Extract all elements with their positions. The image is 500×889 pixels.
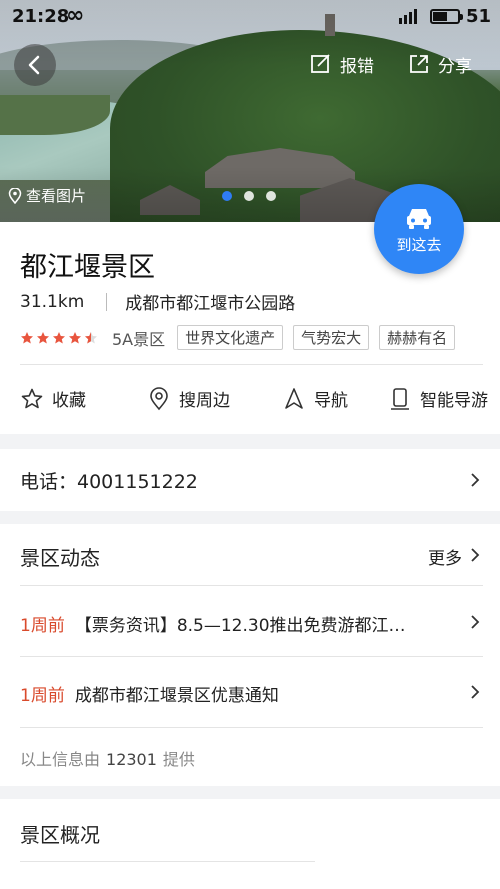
divider <box>20 585 483 586</box>
tag-famous: 赫赫有名 <box>379 325 456 350</box>
source-note: 以上信息由 12301 提供 <box>20 746 195 770</box>
audio-guide-button[interactable]: 智能导游 <box>388 386 488 411</box>
phone-number: 电话：4001151222 <box>20 471 198 493</box>
rating-tags-row: 5A景区 世界文化遗产 气势宏大 赫赫有名 <box>20 325 465 350</box>
news-text: 成都市都江堰景区优惠通知 <box>74 686 279 706</box>
status-bar: 21:28 ∞ 51 <box>0 0 500 34</box>
separator <box>106 292 108 311</box>
star-icon <box>69 331 81 343</box>
distance: 31.1km <box>20 291 85 312</box>
news-item[interactable]: 1周前 成都市都江堰景区优惠通知 <box>20 681 279 706</box>
star-icon <box>21 331 33 343</box>
chevron-right-icon[interactable] <box>468 548 482 562</box>
carousel-dot[interactable] <box>266 191 276 201</box>
view-photos-button[interactable]: 查看图片 <box>8 185 86 206</box>
view-photos-label: 查看图片 <box>26 187 87 205</box>
half-star-icon <box>85 331 97 343</box>
news-time: 1周前 <box>20 686 65 706</box>
chevron-right-icon <box>471 615 480 629</box>
audio-guide-label: 智能导游 <box>420 391 488 411</box>
navigation-arrow-icon <box>285 387 303 409</box>
chevron-right-icon <box>471 685 480 699</box>
chevron-left-icon <box>28 55 40 75</box>
tag-magnificent: 气势宏大 <box>293 325 370 350</box>
action-bar: 收藏 搜周边 导航 智能导游 <box>0 372 500 428</box>
location-pin-icon <box>8 187 22 204</box>
navigate-here-button[interactable]: 到这去 <box>374 184 464 274</box>
news-item[interactable]: 1周前 【票务资讯】8.5—12.30推出免费游都江… <box>20 611 406 636</box>
scenic-level: 5A景区 <box>112 329 166 349</box>
source-prefix: 以上信息由 <box>20 750 101 769</box>
divider <box>20 656 483 657</box>
overview-title: 景区概况 <box>20 823 100 847</box>
favorite-label: 收藏 <box>52 391 86 411</box>
overview-section: 景区概况 <box>0 799 500 889</box>
navigate-label: 导航 <box>314 391 348 411</box>
nearby-label: 搜周边 <box>179 391 230 411</box>
divider <box>20 727 483 728</box>
divider <box>20 861 315 862</box>
back-button[interactable] <box>14 44 56 86</box>
star-icon <box>37 331 49 343</box>
carousel-dot[interactable] <box>222 191 232 201</box>
more-news-link[interactable]: 更多 <box>428 544 462 569</box>
divider <box>20 364 483 365</box>
share-button[interactable]: 分享 <box>408 50 472 78</box>
news-text: 【票务资讯】8.5—12.30推出免费游都江… <box>74 616 406 636</box>
place-subtitle: 31.1km 成都市都江堰市公园路 <box>20 289 296 315</box>
nearby-search-button[interactable]: 搜周边 <box>147 386 230 411</box>
news-title: 景区动态 <box>20 546 100 570</box>
source-suffix: 提供 <box>162 750 195 769</box>
report-error-label: 报错 <box>340 56 374 77</box>
carousel-indicator <box>222 191 276 201</box>
tag-heritage: 世界文化遗产 <box>177 325 284 350</box>
address: 成都市都江堰市公园路 <box>125 294 296 314</box>
signal-icon <box>399 9 417 24</box>
battery-level: 51 <box>466 6 492 27</box>
battery-icon <box>430 9 463 24</box>
infinity-icon: ∞ <box>66 3 85 28</box>
share-label: 分享 <box>438 56 472 77</box>
star-rating <box>20 331 98 345</box>
report-error-button[interactable]: 报错 <box>310 50 374 78</box>
chevron-right-icon <box>471 473 480 487</box>
edit-icon <box>311 54 330 73</box>
carousel-dot[interactable] <box>244 191 254 201</box>
news-time: 1周前 <box>20 616 65 636</box>
favorite-button[interactable]: 收藏 <box>20 386 86 411</box>
source-name: 12301 <box>106 750 157 769</box>
share-icon <box>410 55 428 73</box>
location-search-icon <box>150 386 168 410</box>
car-icon <box>407 209 431 229</box>
navigate-button[interactable]: 导航 <box>282 386 348 411</box>
star-icon <box>53 331 65 343</box>
status-time: 21:28 <box>12 6 70 27</box>
star-outline-icon <box>21 388 43 408</box>
place-title: 都江堰景区 <box>20 252 155 283</box>
audio-guide-icon <box>391 387 409 410</box>
navigate-here-label: 到这去 <box>396 236 442 254</box>
news-section: 景区动态 更多 1周前 【票务资讯】8.5—12.30推出免费游都江… 1周前 成都… <box>0 524 500 786</box>
phone-row[interactable]: 电话：4001151222 <box>0 449 500 511</box>
